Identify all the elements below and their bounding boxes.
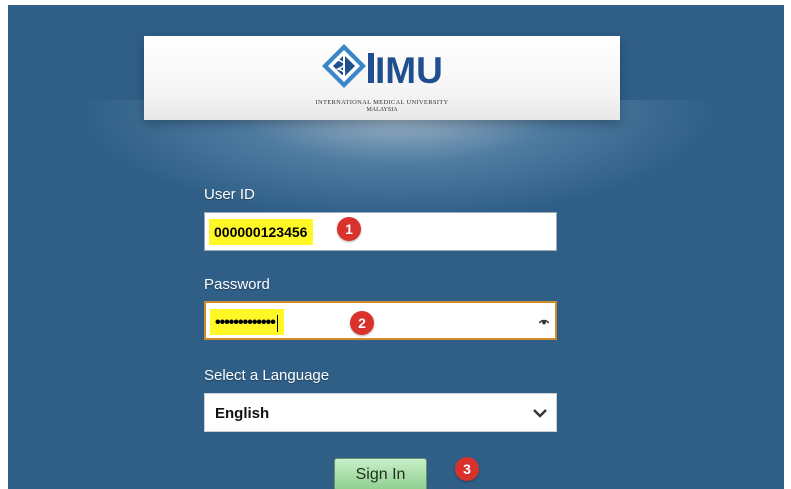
university-name: INTERNATIONAL MEDICAL UNIVERSITY xyxy=(315,99,449,106)
language-selected-value: English xyxy=(215,405,270,422)
language-label: Select a Language xyxy=(204,367,330,384)
step-badge-1: 1 xyxy=(337,217,361,241)
text-caret xyxy=(276,314,278,332)
password-masked-value: ••••••••••••• xyxy=(215,314,276,331)
imu-logo: IMU xyxy=(322,44,443,91)
logo-text: IMU xyxy=(375,50,443,91)
user-id-label: User ID xyxy=(204,186,255,203)
password-label: Password xyxy=(204,276,270,293)
user-id-field[interactable]: 000000123456 xyxy=(204,212,557,251)
login-page: IMU INTERNATIONAL MEDICAL UNIVERSITY MAL… xyxy=(8,5,784,489)
user-id-value: 000000123456 xyxy=(209,219,314,245)
password-highlight: ••••••••••••• xyxy=(210,309,284,335)
language-select[interactable]: English xyxy=(204,393,557,432)
logo-banner: IMU INTERNATIONAL MEDICAL UNIVERSITY MAL… xyxy=(144,36,620,120)
eye-icon[interactable] xyxy=(539,319,549,325)
step-badge-3: 3 xyxy=(455,457,479,481)
step-badge-2: 2 xyxy=(350,311,374,335)
password-field[interactable]: ••••••••••••• xyxy=(204,301,557,340)
university-country: MALAYSIA xyxy=(366,107,398,113)
sign-in-button[interactable]: Sign In xyxy=(334,458,427,489)
chevron-down-icon xyxy=(533,409,547,418)
